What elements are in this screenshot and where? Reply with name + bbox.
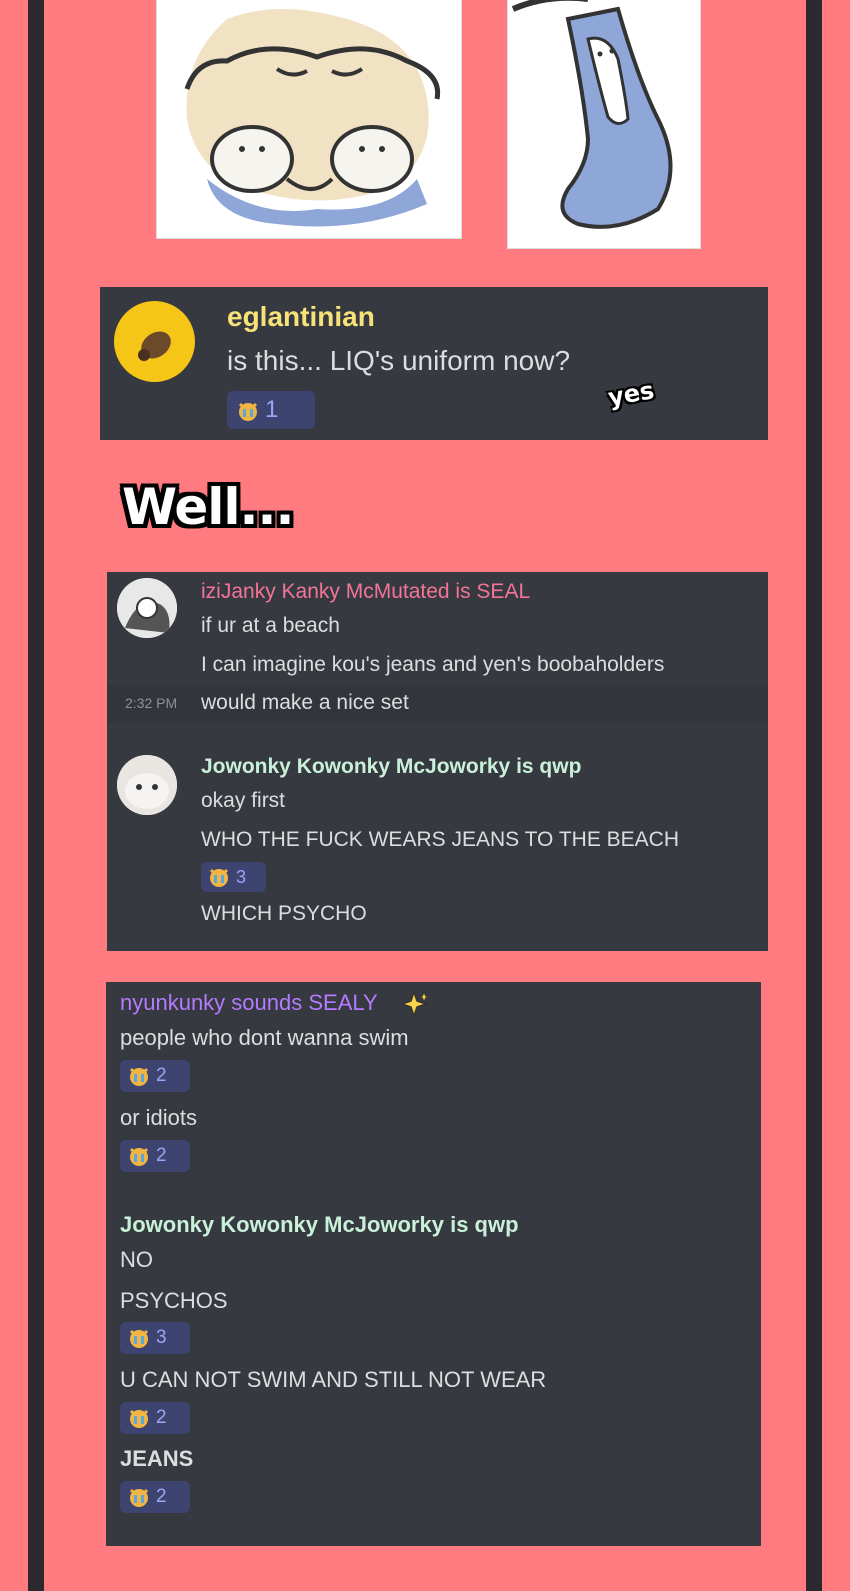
crying-cat-emoji-icon [128,1487,150,1507]
message-line: WHICH PSYCHO [201,902,367,925]
message-line: WHO THE FUCK WEARS JEANS TO THE BEACH [201,828,680,851]
author-name[interactable]: eglantinian [227,301,375,333]
reaction-count: 3 [236,866,247,887]
message-line: U CAN NOT SWIM AND STILL NOT WEAR [120,1367,547,1392]
border-right [806,0,822,1591]
reaction-count: 3 [156,1327,167,1348]
reaction-button[interactable]: 2 [120,1060,190,1092]
reaction-button[interactable]: 1 [227,391,315,429]
message-line: I can imagine kou's jeans and yen's boob… [201,653,665,676]
reaction-button[interactable]: 2 [120,1402,190,1434]
reaction-button[interactable]: 2 [120,1140,190,1172]
reaction-button[interactable]: 2 [120,1481,190,1513]
message-line: would make a nice set [201,691,409,714]
crying-cat-emoji-icon [237,400,259,421]
reaction-count: 2 [156,1407,167,1428]
reaction-count: 2 [156,1065,167,1086]
message-text: is this... LIQ's uniform now? [227,345,571,376]
message-line: or idiots [120,1105,198,1130]
section-title: Well... [122,478,295,536]
reaction-count: 1 [265,396,279,423]
crying-cat-emoji-icon [128,1408,150,1428]
message-card-eglantinian: eglantinian is this... LIQ's uniform now… [100,287,768,440]
crying-cat-emoji-icon [208,867,230,887]
border-left [28,0,44,1591]
message-line: PSYCHOS [120,1288,228,1313]
timestamp: 2:32 PM [125,695,178,711]
sparkles-icon [399,989,431,1019]
chat-card-1: iziJanky Kanky McMutated is SEAL if ur a… [107,572,768,951]
page-margin-left [0,0,28,1591]
crying-cat-emoji-icon [128,1328,150,1348]
message-line: NO [120,1247,153,1272]
avatar[interactable] [114,301,195,382]
reaction-count: 2 [156,1486,167,1507]
chat-card-2: nyunkunky sounds SEALY people who dont w… [106,982,761,1546]
page-margin-right [822,0,850,1591]
illustration-seal-top [156,0,462,239]
avatar[interactable] [117,755,177,815]
crying-cat-emoji-icon [128,1146,150,1166]
message-line: okay first [201,789,286,812]
author-name[interactable]: nyunkunky sounds SEALY [120,990,378,1016]
reaction-button[interactable]: 3 [201,862,266,892]
message-line: if ur at a beach [201,614,340,637]
message-line-bold: JEANS [120,1446,194,1471]
reaction-button[interactable]: 3 [120,1322,190,1354]
author-name[interactable]: iziJanky Kanky McMutated is SEAL [201,580,530,604]
illustration-sock [507,0,701,249]
avatar[interactable] [117,578,177,638]
reaction-count: 2 [156,1145,167,1166]
author-name[interactable]: Jowonky Kowonky McJoworky is qwp [201,755,581,779]
author-name[interactable]: Jowonky Kowonky McJoworky is qwp [120,1212,519,1238]
message-line: people who dont wanna swim [120,1025,409,1050]
crying-cat-emoji-icon [128,1066,150,1086]
